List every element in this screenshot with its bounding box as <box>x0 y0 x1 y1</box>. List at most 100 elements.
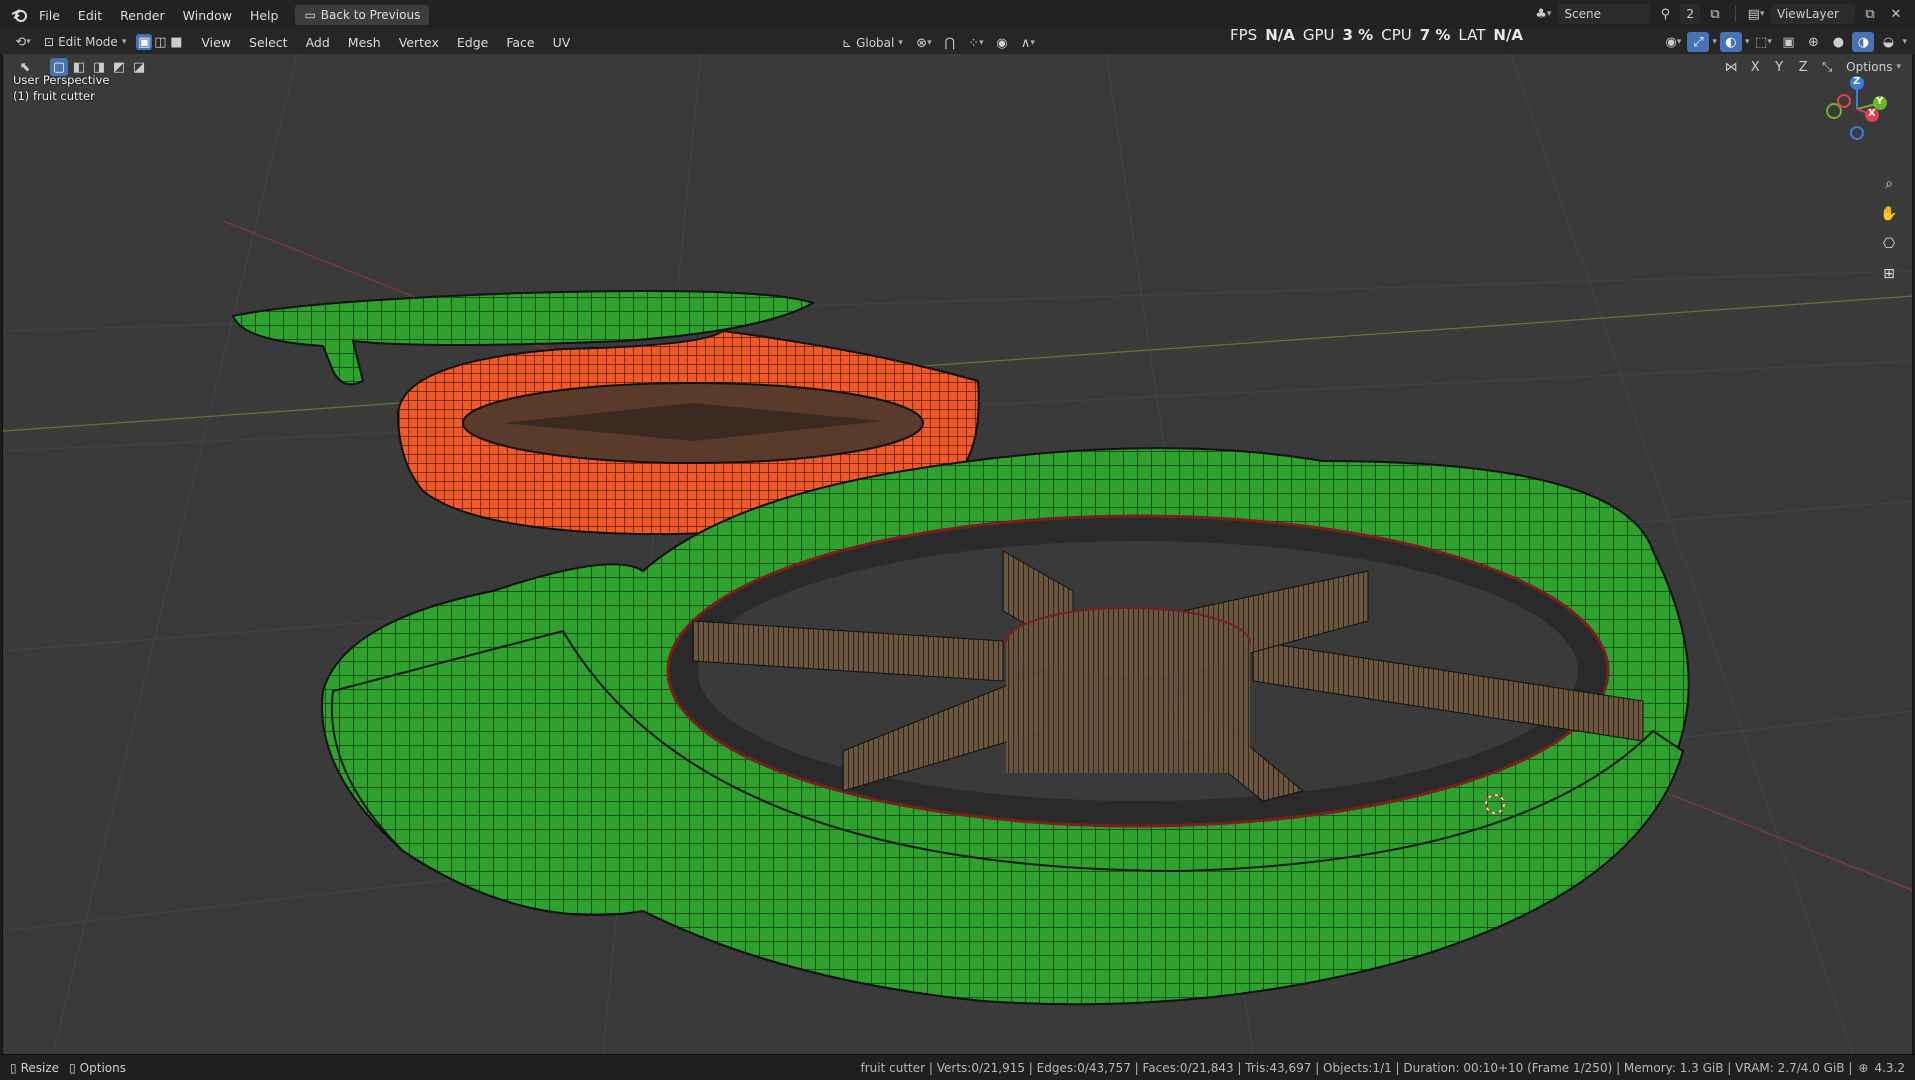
mode-label: Edit Mode <box>58 35 118 49</box>
scene-users-count[interactable]: 2 <box>1680 4 1700 24</box>
material-shading-icon[interactable]: ◑ <box>1852 32 1875 52</box>
fps-value: N/A <box>1265 26 1295 44</box>
mirror-icon[interactable]: ⋈ <box>1720 57 1742 77</box>
selection-mode-group: ▢ ◧ ◨ ◩ ◪ <box>50 58 148 76</box>
select-extend-icon[interactable]: ◧ <box>70 58 88 76</box>
options-hint: ▯ Options <box>69 1061 126 1075</box>
globe-icon: ⊕ <box>1858 1060 1869 1075</box>
cpu-value: 7 % <box>1419 26 1451 44</box>
mode-selector[interactable]: ⊡ Edit Mode ▾ <box>38 32 132 52</box>
wireframe-shading-icon[interactable]: ⊕ <box>1802 32 1824 52</box>
menu-view[interactable]: View <box>192 35 240 50</box>
cpu-label: CPU <box>1381 26 1412 44</box>
snap-magnet-icon[interactable]: ⋂ <box>939 33 961 53</box>
back-to-previous-button[interactable]: ▭ Back to Previous <box>295 5 430 25</box>
chevron-down-icon[interactable]: ▾ <box>1745 37 1750 47</box>
blender-logo-icon[interactable] <box>8 5 30 25</box>
front-green-mesh <box>321 447 1690 1006</box>
pin-icon[interactable]: ⚲ <box>1654 4 1676 24</box>
options-hint-label: Options <box>79 1060 126 1075</box>
version-label: 4.3.2 <box>1874 1060 1905 1075</box>
mirror-x-toggle[interactable]: X <box>1744 57 1766 77</box>
pivot-point-icon[interactable]: ⊗ ▾ <box>913 33 935 53</box>
menu-render[interactable]: Render <box>111 8 174 23</box>
auto-merge-icon[interactable]: ⤡ <box>1816 57 1838 77</box>
pan-hand-icon[interactable]: ✋ <box>1876 201 1902 227</box>
scene-icon[interactable]: ♣ ▾ <box>1532 4 1554 24</box>
remove-viewlayer-icon[interactable]: ✕ <box>1885 4 1907 24</box>
menu-uv[interactable]: UV <box>544 35 580 50</box>
viewlayer-icon[interactable]: ▤ ▾ <box>1745 4 1767 24</box>
screen-icon: ▭ <box>304 8 316 22</box>
menu-file[interactable]: File <box>30 8 69 23</box>
viewlayer-field[interactable]: ViewLayer <box>1771 4 1855 24</box>
new-scene-icon[interactable]: ⧉ <box>1704 4 1726 24</box>
menu-edge[interactable]: Edge <box>448 35 497 50</box>
gpu-value: 3 % <box>1342 26 1374 44</box>
orientation-label: Global <box>856 36 895 50</box>
top-menu-bar: File Edit Render Window Help ▭ Back to P… <box>0 0 1915 31</box>
menu-mesh[interactable]: Mesh <box>339 35 390 50</box>
scene-statistics: fruit cutter | Verts:0/21,915 | Edges:0/… <box>861 1061 1905 1075</box>
fps-label: FPS <box>1230 26 1258 44</box>
viewport-scene <box>3 31 1912 1054</box>
menu-select[interactable]: Select <box>240 35 297 50</box>
editor-type-icon[interactable]: ⟲ ▾ <box>12 32 34 52</box>
viewport-header: ⟲ ▾ ⊡ Edit Mode ▾ ▣ ◫ ■ View Select Add M… <box>0 30 1915 54</box>
menu-face[interactable]: Face <box>497 35 543 50</box>
navigation-gizmo[interactable]: Z Y X <box>1822 71 1892 141</box>
stats-text: fruit cutter | Verts:0/21,915 | Edges:0/… <box>860 1060 1853 1075</box>
visibility-icon[interactable]: ◉ ▾ <box>1662 32 1684 52</box>
zoom-icon[interactable]: ⌕ <box>1876 171 1902 197</box>
menu-edit[interactable]: Edit <box>69 8 111 23</box>
gizmo-x-label: X <box>1868 108 1876 119</box>
select-subtract-icon[interactable]: ◨ <box>90 58 108 76</box>
overlays-toggle-icon[interactable]: ◐ <box>1719 32 1742 52</box>
grid-projection-icon[interactable]: ⊞ <box>1876 261 1902 287</box>
snap-target-icon[interactable]: ⁘ ▾ <box>965 33 987 53</box>
new-viewlayer-icon[interactable]: ⧉ <box>1859 4 1881 24</box>
select-new-icon[interactable]: ▢ <box>50 58 68 76</box>
orientation-icon: ⊾ <box>842 36 853 50</box>
menu-vertex[interactable]: Vertex <box>390 35 448 50</box>
gizmo-toggle-icon[interactable]: ⤢ <box>1687 32 1710 52</box>
select-invert-icon[interactable]: ◩ <box>110 58 128 76</box>
chevron-down-icon: ▾ <box>1896 62 1901 72</box>
options-label: Options <box>1846 60 1893 74</box>
chevron-down-icon[interactable]: ▾ <box>1902 37 1907 47</box>
face-select-icon[interactable]: ■ <box>168 34 184 50</box>
chevron-down-icon: ▾ <box>121 37 127 47</box>
mesh-edit-overlay-icon[interactable]: ⬚ ▾ <box>1752 32 1774 52</box>
scene-field[interactable]: Scene <box>1558 4 1651 24</box>
lat-label: LAT <box>1458 26 1486 44</box>
menu-window[interactable]: Window <box>174 8 241 23</box>
falloff-icon[interactable]: ∧ ▾ <box>1017 33 1039 53</box>
mirror-z-toggle[interactable]: Z <box>1792 57 1814 77</box>
camera-icon[interactable]: ⎔ <box>1876 231 1902 257</box>
menu-help[interactable]: Help <box>241 8 288 23</box>
select-intersect-icon[interactable]: ◪ <box>130 58 148 76</box>
resize-hint: ▯ Resize <box>10 1061 59 1075</box>
lat-value: N/A <box>1493 26 1524 44</box>
menu-add[interactable]: Add <box>297 35 339 50</box>
select-tool-icon[interactable]: ⬉ <box>14 57 36 77</box>
rendered-shading-icon[interactable]: ◒ <box>1877 32 1899 52</box>
viewlayer-name: ViewLayer <box>1777 7 1839 21</box>
performance-overlay: FPS N/A GPU 3 % CPU 7 % LAT N/A <box>1230 26 1523 44</box>
xray-toggle-icon[interactable]: ▣ <box>1777 32 1799 52</box>
vertex-select-icon[interactable]: ▣ <box>136 34 153 50</box>
scene-name: Scene <box>1564 7 1601 21</box>
transform-orientation-selector[interactable]: ⊾ Global ▾ <box>836 33 909 53</box>
options-dropdown[interactable]: Options ▾ <box>1840 57 1907 77</box>
separator <box>1735 6 1736 22</box>
back-to-previous-label: Back to Previous <box>320 8 421 22</box>
proportional-edit-icon[interactable]: ◉ <box>991 33 1013 53</box>
mirror-y-toggle[interactable]: Y <box>1768 57 1790 77</box>
mouse-icon: ▯ <box>69 1060 76 1075</box>
tool-settings-row: ⬉ ▢ ◧ ◨ ◩ ◪ ⋈ X Y Z ⤡ Options ▾ <box>0 54 1915 80</box>
solid-shading-icon[interactable]: ● <box>1827 32 1849 52</box>
chevron-down-icon: ▾ <box>898 38 903 48</box>
edge-select-icon[interactable]: ◫ <box>152 34 168 50</box>
3d-viewport[interactable]: User Perspective (1) fruit cutter Z Y X … <box>2 30 1913 1055</box>
chevron-down-icon[interactable]: ▾ <box>1712 37 1717 47</box>
